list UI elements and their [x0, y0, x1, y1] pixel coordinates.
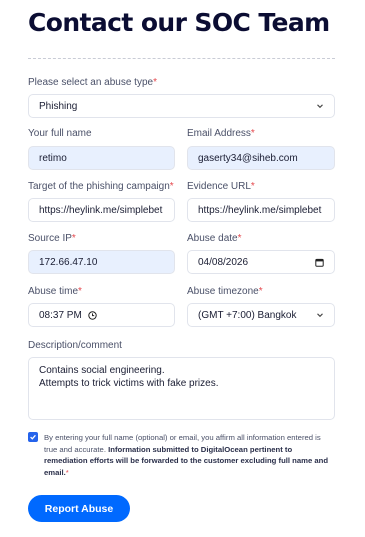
- consent-checkbox[interactable]: [28, 432, 38, 442]
- target-label: Target of the phishing campaign*: [28, 181, 174, 192]
- abuse-date-field[interactable]: 04/08/2026: [187, 250, 335, 274]
- abuse-type-select[interactable]: Phishing: [28, 94, 335, 118]
- description-label: Description/comment: [28, 340, 122, 351]
- divider: [28, 58, 335, 59]
- email-value: gaserty34@siheb.com: [198, 152, 298, 164]
- source-ip-label: Source IP*: [28, 233, 76, 244]
- consent-text: By entering your full name (optional) or…: [44, 433, 329, 477]
- full-name-label: Your full name: [28, 128, 92, 139]
- calendar-icon[interactable]: [315, 258, 324, 267]
- abuse-type-label: Please select an abuse type*: [28, 77, 157, 88]
- abuse-type-value: Phishing: [39, 100, 78, 112]
- source-ip-field[interactable]: 172.66.47.10: [28, 250, 175, 274]
- abuse-date-label: Abuse date*: [187, 233, 242, 244]
- abuse-date-value: 04/08/2026: [198, 256, 249, 268]
- report-abuse-button[interactable]: Report Abuse: [28, 495, 130, 522]
- abuse-timezone-value: (GMT +7:00) Bangkok: [198, 309, 297, 321]
- abuse-time-field[interactable]: 08:37 PM: [28, 303, 175, 327]
- abuse-timezone-select[interactable]: (GMT +7:00) Bangkok: [187, 303, 335, 327]
- email-label: Email Address*: [187, 128, 255, 139]
- email-field[interactable]: gaserty34@siheb.com: [187, 146, 335, 170]
- chevron-down-icon: [316, 311, 324, 319]
- chevron-down-icon: [316, 102, 324, 110]
- abuse-time-label: Abuse time*: [28, 286, 82, 297]
- target-value: https://heylink.me/simplebet: [39, 204, 163, 216]
- target-field[interactable]: https://heylink.me/simplebet: [28, 198, 175, 222]
- evidence-url-label: Evidence URL*: [187, 181, 255, 192]
- abuse-time-value: 08:37 PM: [39, 309, 82, 321]
- evidence-url-field[interactable]: https://heylink.me/simplebet: [187, 198, 335, 222]
- source-ip-value: 172.66.47.10: [39, 256, 98, 268]
- clock-icon[interactable]: [88, 310, 97, 320]
- page-title: Contact our SOC Team: [28, 8, 330, 37]
- evidence-url-value: https://heylink.me/simplebet: [198, 204, 322, 216]
- check-icon: [30, 434, 36, 440]
- abuse-timezone-label: Abuse timezone*: [187, 286, 263, 297]
- description-textarea[interactable]: Contains social engineering. Attempts to…: [28, 357, 335, 420]
- full-name-value: retimo: [39, 152, 67, 164]
- full-name-field[interactable]: retimo: [28, 146, 175, 170]
